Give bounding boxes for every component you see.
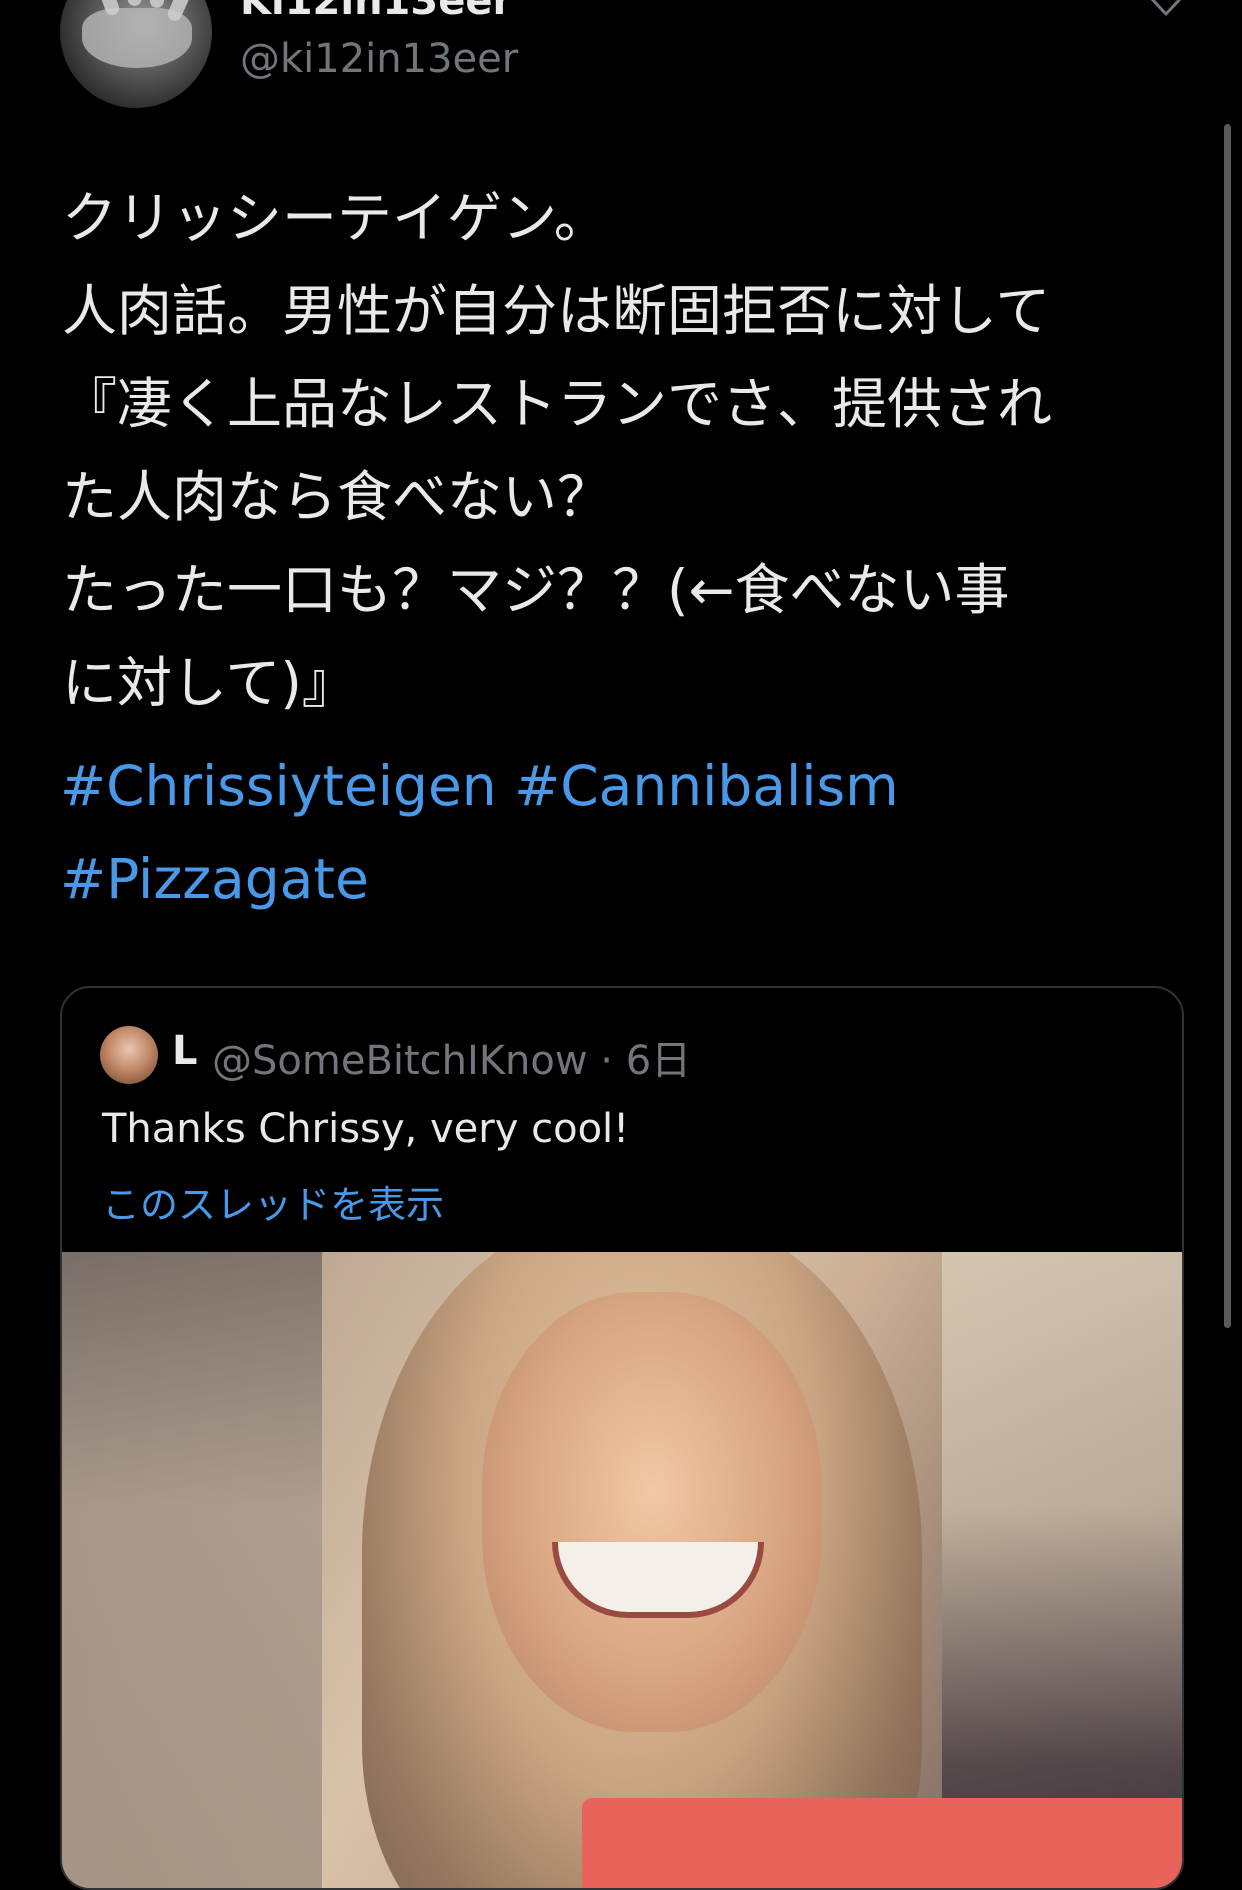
video-background-right bbox=[942, 1252, 1182, 1888]
hashtag-link[interactable]: #Cannibalism bbox=[514, 754, 899, 818]
chevron-down-icon[interactable] bbox=[1148, 0, 1184, 22]
quoted-author-name[interactable]: L bbox=[172, 1028, 198, 1074]
author-display-name[interactable]: Ki12in13eer bbox=[240, 0, 512, 24]
tweet-text-line: たった一口も？マジ？？(←食べない事 bbox=[62, 558, 1010, 622]
quoted-author-handle[interactable]: @SomeBitchIKnow · 6日 bbox=[212, 1028, 691, 1086]
quoted-tweet-video[interactable] bbox=[62, 1252, 1182, 1888]
tweet-text-line: 人肉話。男性が自分は断固拒否に対して bbox=[62, 279, 1051, 343]
hashtag-line: #Pizzagate bbox=[60, 833, 1180, 926]
quoted-author-avatar[interactable] bbox=[100, 1026, 158, 1084]
tweet-text-line: クリッシーテイゲン。 bbox=[62, 186, 609, 250]
video-person-face bbox=[482, 1292, 822, 1732]
author-avatar[interactable] bbox=[60, 0, 212, 108]
author-handle[interactable]: @ki12in13eer bbox=[240, 36, 518, 82]
tweet-header: Ki12in13eer @ki12in13eer bbox=[0, 0, 1242, 120]
tweet-body: クリッシーテイゲン。 人肉話。男性が自分は断固拒否に対して 『凄く上品なレストラ… bbox=[62, 172, 1182, 730]
video-background-left bbox=[62, 1252, 322, 1888]
video-caption-banner bbox=[582, 1798, 1182, 1888]
tweet-text-line: た人肉なら食べない？ bbox=[62, 465, 613, 529]
hashtag-line: #Chrissiyteigen #Cannibalism bbox=[60, 740, 1180, 833]
show-thread-link[interactable]: このスレッドを表示 bbox=[102, 1174, 444, 1229]
hashtag-link[interactable]: #Pizzagate bbox=[60, 847, 369, 911]
quoted-tweet-text: Thanks Chrissy, very cool! bbox=[102, 1106, 630, 1152]
quoted-tweet-card[interactable]: L @SomeBitchIKnow · 6日 Thanks Chrissy, v… bbox=[60, 986, 1184, 1890]
avatar-finger bbox=[123, 0, 143, 7]
scrollbar[interactable] bbox=[1224, 124, 1231, 1328]
tweet-text-line: に対して)』 bbox=[62, 651, 357, 715]
tweet-text-line: 『凄く上品なレストランでさ、提供され bbox=[62, 372, 1053, 436]
tweet-hashtags: #Chrissiyteigen #Cannibalism #Pizzagate bbox=[60, 740, 1180, 926]
hashtag-link[interactable]: #Chrissiyteigen bbox=[60, 754, 497, 818]
